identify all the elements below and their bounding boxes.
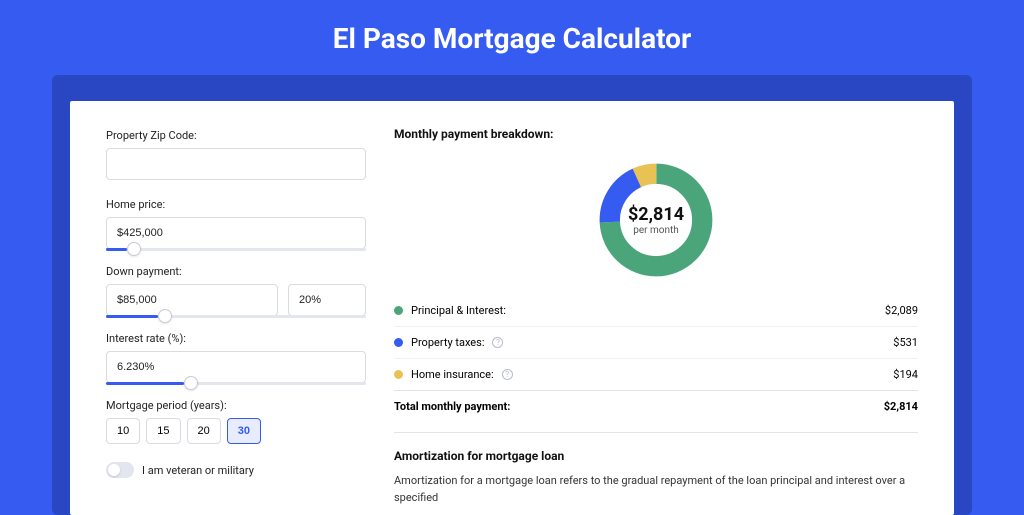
rate-input[interactable] [106, 351, 366, 383]
veteran-row: I am veteran or military [106, 462, 366, 478]
dot-icon [394, 370, 403, 379]
breakdown-row-principal: Principal & Interest: $2,089 [394, 295, 918, 326]
breakdown-row-total: Total monthly payment: $2,814 [394, 390, 918, 422]
down-slider-thumb[interactable] [158, 309, 172, 323]
calculator-card: Property Zip Code: Home price: Down paym… [70, 101, 954, 515]
period-30-button[interactable]: 30 [227, 418, 261, 444]
breakdown-label: Home insurance: [411, 368, 494, 381]
form-panel: Property Zip Code: Home price: Down paym… [106, 127, 366, 515]
breakdown-value: $2,089 [885, 304, 918, 317]
period-15-button[interactable]: 15 [146, 418, 180, 444]
price-slider-fill [106, 248, 127, 251]
zip-input[interactable] [106, 148, 366, 180]
donut-amount: $2,814 [628, 204, 684, 225]
veteran-label: I am veteran or military [142, 464, 254, 477]
breakdown-panel: Monthly payment breakdown: $2,814 per mo… [366, 127, 918, 515]
page-title: El Paso Mortgage Calculator [0, 0, 1024, 75]
period-10-button[interactable]: 10 [106, 418, 140, 444]
down-pct-input[interactable] [288, 284, 366, 316]
down-label: Down payment: [106, 265, 366, 278]
donut-center: $2,814 per month [628, 204, 684, 236]
price-slider-thumb[interactable] [127, 242, 141, 256]
amortization-heading: Amortization for mortgage loan [394, 449, 918, 463]
rate-slider-fill [106, 382, 184, 385]
down-slider[interactable] [106, 315, 366, 318]
price-label: Home price: [106, 198, 366, 211]
donut-sub: per month [628, 225, 684, 236]
donut-chart: $2,814 per month [394, 145, 918, 295]
rate-slider-thumb[interactable] [184, 376, 198, 390]
down-amount-input[interactable] [106, 284, 278, 316]
breakdown-heading: Monthly payment breakdown: [394, 127, 918, 141]
rate-slider[interactable] [106, 382, 366, 385]
zip-label: Property Zip Code: [106, 129, 366, 142]
info-icon[interactable]: ? [492, 337, 503, 348]
amortization-section: Amortization for mortgage loan Amortizat… [394, 432, 918, 506]
breakdown-row-insurance: Home insurance: ? $194 [394, 358, 918, 390]
breakdown-total-label: Total monthly payment: [394, 400, 510, 413]
card-shadow: Property Zip Code: Home price: Down paym… [52, 75, 972, 515]
period-buttons: 10 15 20 30 [106, 418, 366, 444]
breakdown-row-taxes: Property taxes: ? $531 [394, 326, 918, 358]
breakdown-label: Property taxes: [411, 336, 484, 349]
dot-icon [394, 306, 403, 315]
breakdown-total-value: $2,814 [884, 400, 918, 413]
breakdown-value: $531 [893, 336, 918, 349]
veteran-toggle[interactable] [106, 462, 134, 478]
toggle-knob [108, 464, 120, 476]
dot-icon [394, 338, 403, 347]
breakdown-label: Principal & Interest: [411, 304, 506, 317]
period-label: Mortgage period (years): [106, 399, 366, 412]
down-slider-fill [106, 315, 158, 318]
price-input[interactable] [106, 217, 366, 249]
amortization-text: Amortization for a mortgage loan refers … [394, 473, 918, 506]
breakdown-value: $194 [893, 368, 918, 381]
rate-label: Interest rate (%): [106, 332, 366, 345]
price-slider[interactable] [106, 248, 366, 251]
info-icon[interactable]: ? [502, 369, 513, 380]
period-20-button[interactable]: 20 [187, 418, 221, 444]
